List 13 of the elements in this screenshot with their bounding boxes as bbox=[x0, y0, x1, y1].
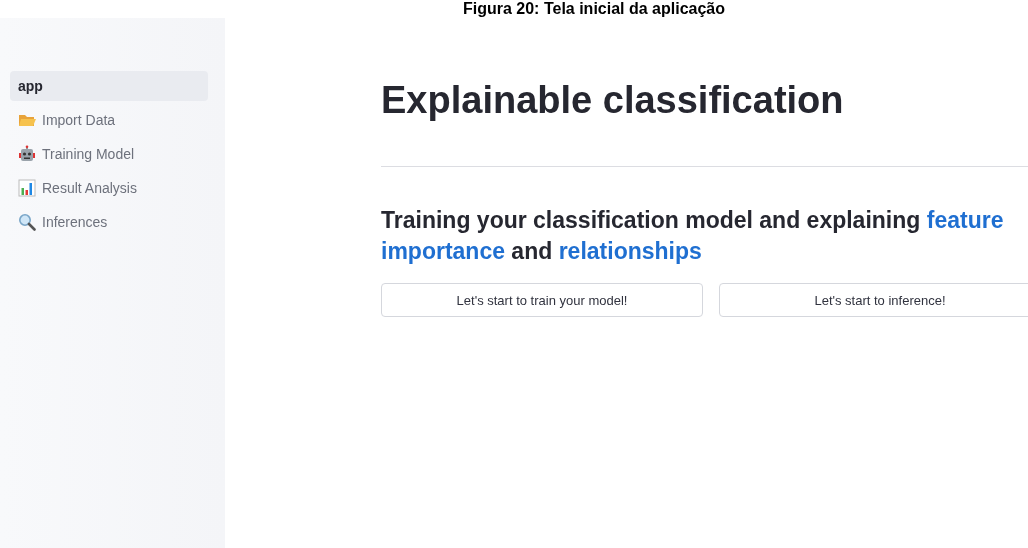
sidebar-item[interactable]: app bbox=[10, 71, 208, 101]
subtitle-heading: Training your classification model and explaining feature importance and relationships bbox=[381, 206, 1005, 266]
action-button[interactable]: Let's start to train your model! bbox=[381, 283, 703, 317]
search-icon bbox=[18, 213, 36, 231]
figure-caption: Figura 20: Tela inicial da aplicação bbox=[463, 0, 725, 18]
page-title: Explainable classification bbox=[381, 78, 845, 123]
sidebar-item[interactable]: Result Analysis bbox=[10, 173, 208, 203]
sidebar-item[interactable]: Inferences bbox=[10, 207, 208, 237]
sidebar-item[interactable]: Training Model bbox=[10, 139, 208, 169]
action-button[interactable]: Let's start to inference! bbox=[719, 283, 1028, 317]
robot-icon bbox=[18, 145, 36, 163]
sidebar-item[interactable]: Import Data bbox=[10, 105, 208, 135]
bar-chart-icon bbox=[18, 179, 36, 197]
